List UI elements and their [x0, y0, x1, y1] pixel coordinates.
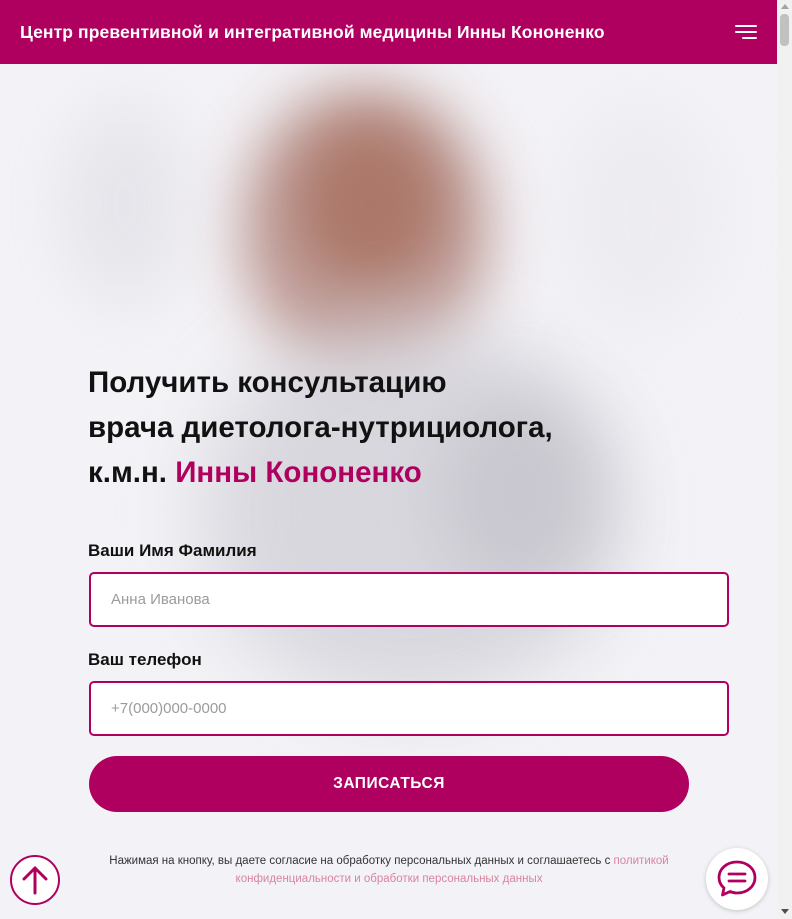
consent-text: Нажимая на кнопку, вы даете согласие на …: [80, 852, 698, 888]
scroll-to-top-button[interactable]: [10, 855, 60, 905]
submit-button[interactable]: ЗАПИСАТЬСЯ: [89, 756, 689, 812]
consultation-heading: Получить консультацию врача диетолога-ну…: [88, 360, 553, 495]
heading-line-1: Получить консультацию: [88, 366, 447, 399]
chat-button[interactable]: [706, 848, 768, 910]
heading-line-2: врача диетолога-нутрициолога,: [88, 411, 553, 444]
phone-field-label: Ваш телефон: [88, 650, 202, 669]
heading-line-3-prefix: к.м.н.: [88, 456, 176, 489]
hamburger-menu-icon[interactable]: [735, 22, 757, 42]
heading-doctor-name: Инны Кононенко: [175, 456, 422, 489]
arrow-up-circle-icon: [22, 866, 48, 895]
site-title[interactable]: Центр превентивной и интегративной медиц…: [20, 22, 605, 43]
scrollbar[interactable]: [777, 0, 792, 919]
name-input[interactable]: [89, 572, 729, 627]
scroll-up-arrow-icon[interactable]: [781, 4, 789, 9]
chat-bubble-icon: [717, 860, 757, 897]
name-field-label: Ваши Имя Фамилия: [88, 541, 257, 560]
phone-input[interactable]: [89, 681, 729, 736]
scrollbar-thumb[interactable]: [780, 14, 789, 46]
scroll-down-arrow-icon[interactable]: [781, 909, 789, 914]
consent-notice: Нажимая на кнопку, вы даете согласие на …: [109, 855, 614, 867]
page: Центр превентивной и интегративной медиц…: [0, 0, 777, 919]
site-header: Центр превентивной и интегративной медиц…: [0, 0, 777, 64]
